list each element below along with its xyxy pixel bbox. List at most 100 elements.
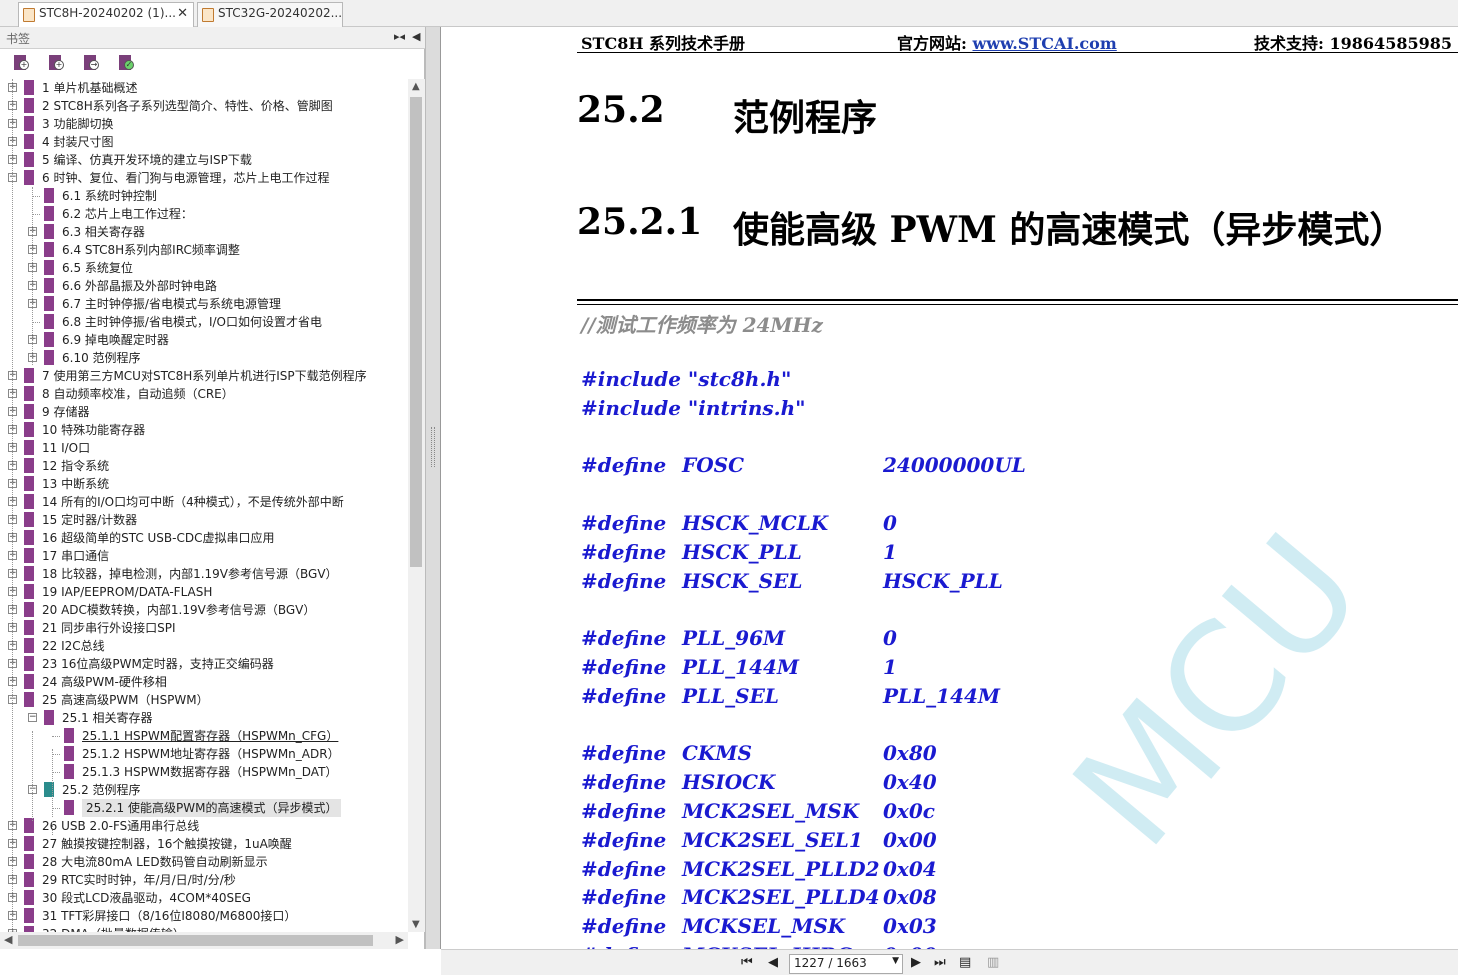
website-link[interactable]: www.STCAI.com bbox=[972, 34, 1116, 53]
code-comment: //测试工作频率为 24MHz bbox=[581, 313, 823, 337]
bookmark-icon bbox=[44, 350, 54, 365]
bookmark-item[interactable]: +20 ADC模数转换，内部1.19V参考信号源（BGV） bbox=[0, 601, 408, 619]
bookmark-item[interactable]: +5 编译、仿真开发环境的建立与ISP下载 bbox=[0, 151, 408, 169]
bookmark-icon bbox=[44, 224, 54, 239]
bookmark-item[interactable]: 6.1 系统时钟控制 bbox=[0, 187, 408, 205]
bookmark-label: 6.6 外部晶振及外部时钟电路 bbox=[62, 279, 217, 293]
status-bar: ⏮ ◀ 1227 / 1663 ▼ ▶ ⏭ ▤ ▥ bbox=[441, 949, 1458, 975]
bookmark-item[interactable]: −6 时钟、复位、看门狗与电源管理，芯片上电工作过程 bbox=[0, 169, 408, 187]
bookmark-item[interactable]: +12 指令系统 bbox=[0, 457, 408, 475]
bookmark-icon bbox=[24, 368, 34, 383]
bookmark-item[interactable]: +27 触摸按键控制器，16个触摸按键，1uA唤醒 bbox=[0, 835, 408, 853]
bookmark-item[interactable]: +6.6 外部晶振及外部时钟电路 bbox=[0, 277, 408, 295]
bookmark-item[interactable]: +6.10 范例程序 bbox=[0, 349, 408, 367]
code-token: 0x08 bbox=[883, 885, 937, 910]
view-mode-icon[interactable]: ▤ bbox=[959, 955, 971, 970]
close-tab-icon[interactable]: ✕ bbox=[177, 6, 188, 21]
add-bookmark-icon[interactable]: + bbox=[14, 55, 29, 71]
bookmark-item[interactable]: +15 定时器/计数器 bbox=[0, 511, 408, 529]
bookmark-item[interactable]: +32 DMA（批量数据传输） bbox=[0, 925, 408, 932]
bookmark-item[interactable]: +6.9 掉电唤醒定时器 bbox=[0, 331, 408, 349]
collapse-icon[interactable]: − bbox=[28, 713, 37, 722]
bookmark-item[interactable]: +6.7 主时钟停振/省电模式与系统电源管理 bbox=[0, 295, 408, 313]
bookmark-item[interactable]: 6.8 主时钟停振/省电模式，I/O口如何设置才省电 bbox=[0, 313, 408, 331]
expand-bookmark-icon[interactable]: ✓ bbox=[119, 55, 134, 71]
bookmark-item[interactable]: 25.2.1 使能高级PWM的高速模式（异步模式） bbox=[0, 799, 408, 817]
code-token: MCK2SEL_PLLD4 bbox=[682, 885, 880, 910]
bookmark-item[interactable]: +6.3 相关寄存器 bbox=[0, 223, 408, 241]
bookmark-label: 11 I/O口 bbox=[42, 441, 91, 455]
bookmark-label: 24 高级PWM-硬件移相 bbox=[42, 675, 167, 689]
code-token: 1 bbox=[883, 539, 897, 564]
bookmark-item[interactable]: +28 大电流80mA LED数码管自动刷新显示 bbox=[0, 853, 408, 871]
bookmark-label: 3 功能脚切换 bbox=[42, 117, 114, 131]
bookmark-item[interactable]: +11 I/O口 bbox=[0, 439, 408, 457]
tab-stc32g[interactable]: STC32G-20240202.... bbox=[197, 2, 343, 27]
bookmark-item[interactable]: +23 16位高级PWM定时器，支持正交编码器 bbox=[0, 655, 408, 673]
collapse-panel-icon[interactable]: ◀ bbox=[412, 30, 420, 43]
bookmark-label: 6.10 范例程序 bbox=[62, 351, 141, 365]
bookmark-item[interactable]: +1 单片机基础概述 bbox=[0, 79, 408, 97]
scroll-left-icon[interactable]: ◀ bbox=[4, 933, 12, 946]
bookmark-label: 27 触摸按键控制器，16个触摸按键，1uA唤醒 bbox=[42, 837, 292, 851]
bookmark-item[interactable]: +7 使用第三方MCU对STC8H系列单片机进行ISP下载范例程序 bbox=[0, 367, 408, 385]
bookmark-item[interactable]: − 25.1 相关寄存器 bbox=[0, 709, 408, 727]
bookmark-item[interactable]: 25.1.3 HSPWM数据寄存器（HSPWMn_DAT） bbox=[0, 763, 408, 781]
bookmark-item[interactable]: +18 比较器，掉电检测，内部1.19V参考信号源（BGV） bbox=[0, 565, 408, 583]
panel-splitter[interactable] bbox=[425, 27, 441, 949]
tree-connector bbox=[52, 821, 53, 835]
scroll-up-icon[interactable]: ▲ bbox=[412, 81, 420, 92]
bookmark-item[interactable]: 25.1.1 HSPWM配置寄存器（HSPWMn_CFG） bbox=[0, 727, 408, 745]
bookmark-item[interactable]: +6.4 STC8H系列内部IRC频率调整 bbox=[0, 241, 408, 259]
bookmark-item[interactable]: +10 特殊功能寄存器 bbox=[0, 421, 408, 439]
bookmark-item[interactable]: +17 串口通信 bbox=[0, 547, 408, 565]
code-token: 0x80 bbox=[883, 741, 937, 766]
next-page-icon[interactable]: ▶ bbox=[911, 955, 921, 970]
bookmark-item[interactable]: +6.5 系统复位 bbox=[0, 259, 408, 277]
document-view[interactable]: STC8H 系列技术手册 官方网站: www.STCAI.com 技术支持: 1… bbox=[441, 27, 1458, 949]
add-child-bookmark-icon[interactable]: + bbox=[49, 55, 64, 71]
bookmark-label: 31 TFT彩屏接口（8/16位I8080/M6800接口） bbox=[42, 909, 297, 923]
scroll-right-icon[interactable]: ▶ bbox=[396, 933, 404, 946]
bookmark-label: 25.2.1 使能高级PWM的高速模式（异步模式） bbox=[82, 799, 342, 817]
bookmark-item[interactable]: +2 STC8H系列各子系列选型简介、特性、价格、管脚图 bbox=[0, 97, 408, 115]
bookmark-item[interactable]: +13 中断系统 bbox=[0, 475, 408, 493]
bookmark-item[interactable]: 6.2 芯片上电工作过程： bbox=[0, 205, 408, 223]
bookmark-label: 25.2 范例程序 bbox=[62, 783, 141, 797]
first-page-icon[interactable]: ⏮ bbox=[741, 955, 753, 970]
bookmark-item[interactable]: +30 段式LCD液晶驱动，4COM*40SEG bbox=[0, 889, 408, 907]
prev-page-icon[interactable]: ◀ bbox=[768, 955, 778, 970]
bookmark-item[interactable]: +24 高级PWM-硬件移相 bbox=[0, 673, 408, 691]
bookmark-icon bbox=[24, 836, 34, 851]
bookmark-item[interactable]: +16 超级简单的STC USB-CDC虚拟串口应用 bbox=[0, 529, 408, 547]
last-page-icon[interactable]: ⏭ bbox=[934, 955, 946, 970]
bookmark-toolbar: + + → ✓ bbox=[0, 49, 425, 79]
bookmark-item[interactable]: +14 所有的I/O口均可中断（4种模式），不是传统外部中断 bbox=[0, 493, 408, 511]
bookmark-item[interactable]: +21 同步串行外设接口SPI bbox=[0, 619, 408, 637]
bookmark-item[interactable]: +26 USB 2.0-FS通用串行总线 bbox=[0, 817, 408, 835]
bookmark-item[interactable]: −25 高速高级PWM（HSPWM） bbox=[0, 691, 408, 709]
bookmark-item[interactable]: +9 存储器 bbox=[0, 403, 408, 421]
bookmark-item[interactable]: +4 封装尺寸图 bbox=[0, 133, 408, 151]
scroll-thumb[interactable] bbox=[18, 935, 373, 946]
page-number-field[interactable]: 1227 / 1663 ▼ bbox=[789, 954, 903, 974]
bookmark-vertical-scrollbar[interactable]: ▲ ▼ bbox=[408, 79, 425, 932]
bookmark-item[interactable]: +19 IAP/EEPROM/DATA-FLASH bbox=[0, 583, 408, 601]
bookmark-icon bbox=[44, 206, 54, 221]
promote-bookmark-icon[interactable]: → bbox=[84, 55, 99, 71]
bookmark-item[interactable]: +31 TFT彩屏接口（8/16位I8080/M6800接口） bbox=[0, 907, 408, 925]
chevron-down-icon[interactable]: ▼ bbox=[892, 956, 899, 966]
scroll-down-icon[interactable]: ▼ bbox=[412, 919, 420, 930]
continuous-view-icon[interactable]: ▥ bbox=[987, 955, 999, 970]
tab-stc8h[interactable]: STC8H-20240202 (1)... ✕ bbox=[18, 2, 194, 28]
panel-menu-icon[interactable]: ▸◂ bbox=[394, 30, 405, 43]
bookmark-item[interactable]: +29 RTC实时时钟，年/月/日/时/分/秒 bbox=[0, 871, 408, 889]
scroll-thumb[interactable] bbox=[410, 97, 422, 567]
bookmark-item[interactable]: +3 功能脚切换 bbox=[0, 115, 408, 133]
bookmark-horizontal-scrollbar[interactable]: ◀ ▶ bbox=[0, 932, 408, 949]
bookmark-label: 23 16位高级PWM定时器，支持正交编码器 bbox=[42, 657, 274, 671]
bookmark-item[interactable]: −25.2 范例程序 bbox=[0, 781, 408, 799]
bookmark-item[interactable]: +8 自动频率校准，自动追频（CRE） bbox=[0, 385, 408, 403]
bookmark-item[interactable]: +22 I2C总线 bbox=[0, 637, 408, 655]
bookmark-item[interactable]: 25.1.2 HSPWM地址寄存器（HSPWMn_ADR） bbox=[0, 745, 408, 763]
